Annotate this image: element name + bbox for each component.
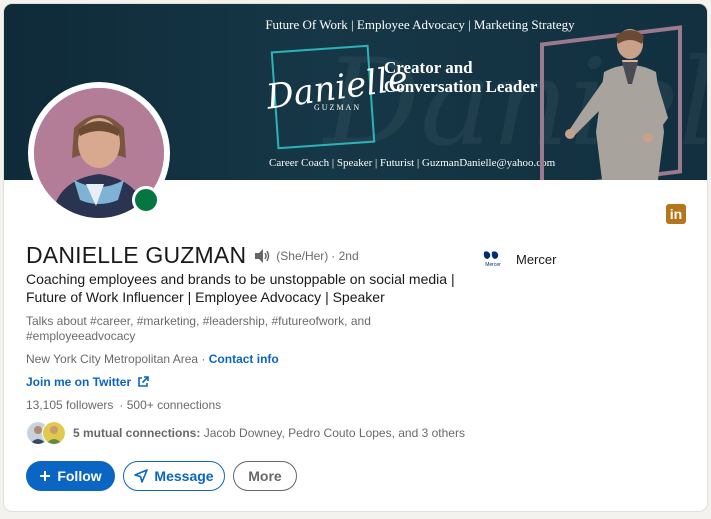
banner-logo-subtext: GUZMAN [314, 103, 362, 112]
twitter-link-label: Join me on Twitter [26, 375, 132, 389]
plus-icon [40, 471, 51, 481]
message-button-label: Message [154, 468, 214, 484]
profile-actions: Follow Message More [26, 461, 305, 491]
followers-count[interactable]: 13,105 followers [26, 398, 113, 412]
name-row: DANIELLE GUZMAN (She/Her) · 2nd [26, 242, 359, 269]
mutual-avatars [26, 421, 68, 445]
profile-card: Danielle Future Of Work | Employee Advoc… [4, 4, 707, 511]
current-company[interactable]: Mercer Mercer [482, 250, 556, 268]
banner-contact-line: Career Coach | Speaker | Futurist | Guzm… [269, 157, 556, 169]
mutual-connections[interactable]: 5 mutual connections: Jacob Downey, Pedr… [26, 421, 465, 445]
name-pronunciation-icon[interactable] [253, 247, 271, 265]
mutual-connections-text: 5 mutual connections: Jacob Downey, Pedr… [73, 426, 465, 440]
follow-button[interactable]: Follow [26, 461, 115, 491]
twitter-link[interactable]: Join me on Twitter [26, 375, 149, 389]
connections-count[interactable]: · 500+ connections [119, 398, 221, 412]
more-button-label: More [248, 468, 282, 484]
location-separator: · [198, 352, 209, 366]
company-logo-text: Mercer [485, 262, 501, 268]
profile-name: DANIELLE GUZMAN [26, 242, 247, 268]
talks-about: Talks about #career, #marketing, #leader… [26, 314, 371, 343]
company-name: Mercer [516, 251, 557, 267]
mutual-connections-names: Jacob Downey, Pedro Couto Lopes, and 3 o… [200, 426, 465, 440]
connection-degree: · 2nd [331, 248, 359, 263]
network-stats: 13,105 followers · 500+ connections [26, 398, 221, 412]
pronouns: (She/Her) [276, 248, 329, 263]
more-button[interactable]: More [233, 461, 297, 491]
message-button[interactable]: Message [123, 461, 225, 491]
send-icon [134, 469, 149, 483]
contact-info-link[interactable]: Contact info [209, 352, 279, 366]
mutual-connections-count: 5 mutual connections: [73, 426, 201, 440]
mutual-avatar-2 [42, 421, 66, 445]
external-link-icon [138, 376, 149, 387]
online-status-indicator [132, 186, 160, 214]
company-logo-icon: Mercer [483, 251, 501, 268]
speaker-photo [565, 29, 668, 180]
follow-button-label: Follow [57, 468, 102, 484]
location: New York City Metropolitan Area [26, 352, 199, 366]
profile-headline: Coaching employees and brands to be unst… [26, 271, 455, 305]
linkedin-premium-icon[interactable]: in [666, 204, 686, 224]
location-row: New York City Metropolitan Area · Contac… [26, 352, 279, 366]
